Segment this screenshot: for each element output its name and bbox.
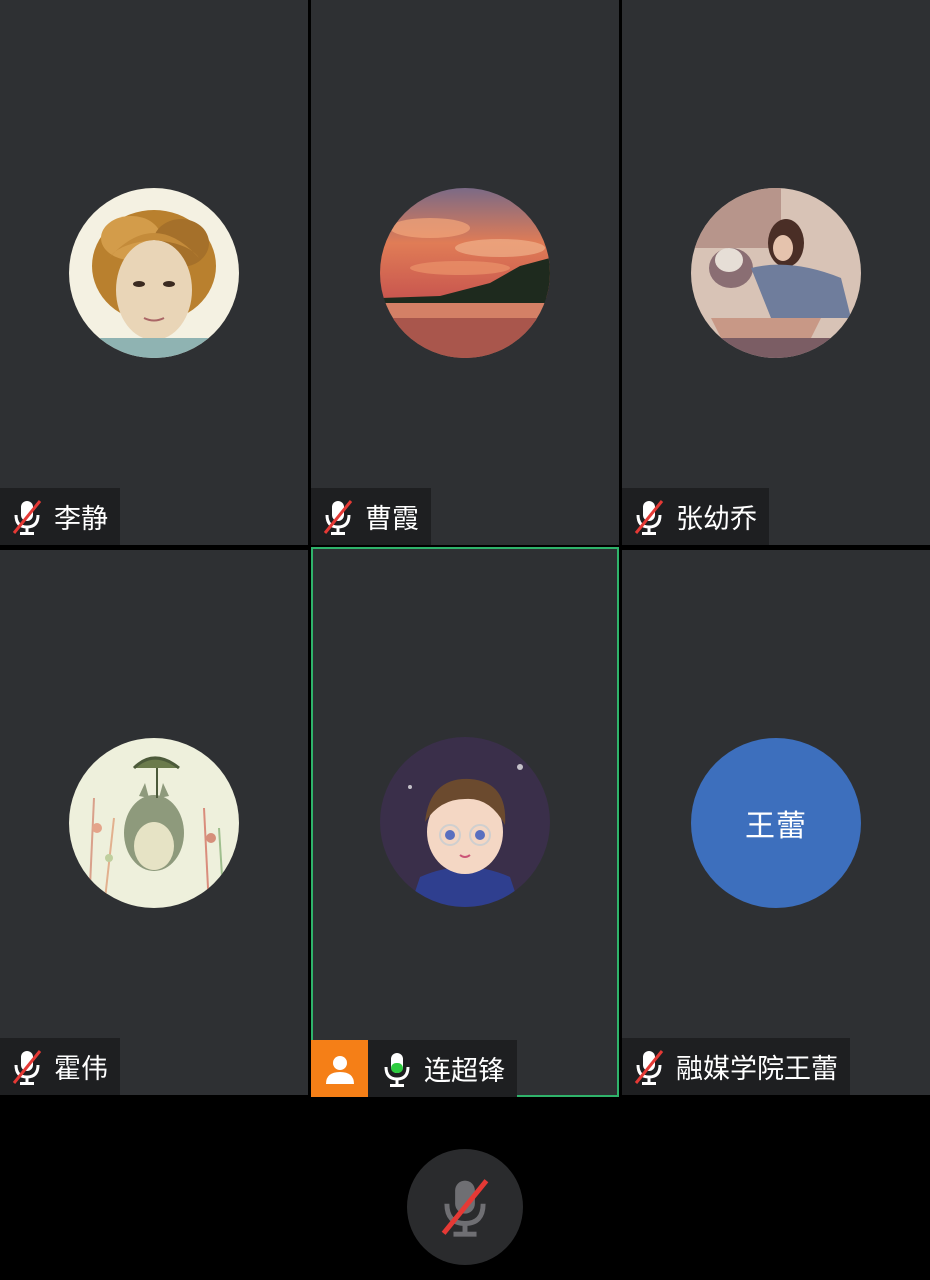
participant-avatar (691, 187, 861, 358)
participant-tile[interactable]: 曹霞 (311, 0, 619, 545)
participant-name: 张幼乔 (676, 504, 757, 535)
participant-avatar (380, 187, 550, 358)
host-badge (311, 1040, 368, 1097)
participant-name: 融媒学院王蕾 (676, 1054, 838, 1085)
participant-tile-active-speaker[interactable]: 连超锋 (311, 547, 619, 1097)
participant-tile[interactable]: 霍伟 (0, 550, 308, 1095)
mute-toggle-button[interactable] (407, 1149, 523, 1265)
participant-label: 霍伟 (0, 1038, 120, 1095)
participant-label: 连超锋 (311, 1040, 517, 1097)
participant-tile[interactable]: 李静 (0, 0, 308, 545)
mic-muted-icon (323, 499, 353, 535)
mic-muted-icon (634, 499, 664, 535)
mic-muted-icon (12, 499, 42, 535)
bottom-control-bar (0, 1097, 930, 1280)
participant-name: 李静 (54, 504, 108, 535)
mic-muted-icon (634, 1049, 664, 1085)
participant-name: 连超锋 (424, 1056, 505, 1087)
mic-active-icon (384, 1052, 410, 1087)
participant-label: 张幼乔 (622, 488, 769, 545)
participant-avatar-initials: 王蕾 (691, 737, 861, 908)
participant-name: 曹霞 (365, 504, 419, 535)
participant-grid: 李静 曹霞 张幼乔 霍伟 连超锋 王蕾 融媒学院王蕾 (0, 0, 930, 1097)
participant-avatar (69, 187, 239, 358)
participant-avatar (380, 737, 550, 907)
participant-label: 融媒学院王蕾 (622, 1038, 850, 1095)
mic-muted-icon (441, 1179, 489, 1237)
participant-label: 曹霞 (311, 488, 431, 545)
user-icon (325, 1055, 354, 1084)
participant-avatar (69, 737, 239, 908)
participant-tile[interactable]: 张幼乔 (622, 0, 930, 545)
participant-tile[interactable]: 王蕾 融媒学院王蕾 (622, 550, 930, 1095)
participant-name: 霍伟 (54, 1054, 108, 1085)
mic-muted-icon (12, 1049, 42, 1085)
participant-label: 李静 (0, 488, 120, 545)
